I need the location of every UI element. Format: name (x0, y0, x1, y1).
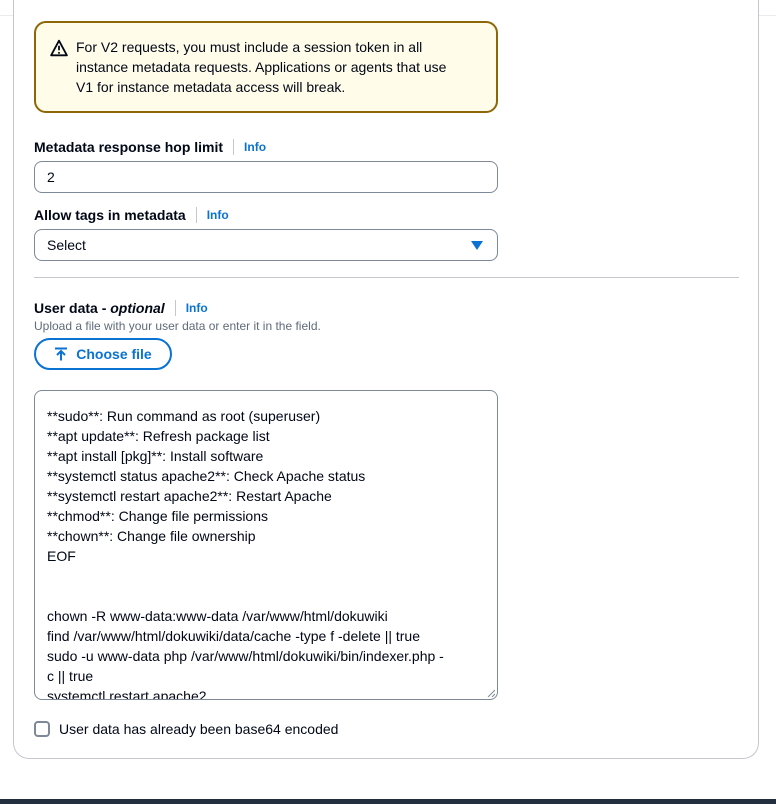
separator (174, 300, 176, 316)
textarea-line: **apt install [pkg]**: Install software (47, 448, 264, 464)
separator (233, 139, 235, 155)
optional-tag: optional (110, 300, 165, 316)
textarea-line: EOF (47, 548, 76, 564)
allow-tags-select[interactable]: Select (34, 229, 498, 261)
hop-limit-label: Metadata response hop limit Info (34, 139, 266, 155)
separator (195, 207, 197, 223)
textarea-line: **sudo**: Run command as root (superuser… (47, 408, 321, 424)
base64-checkbox-row[interactable]: User data has already been base64 encode… (34, 721, 338, 737)
hop-limit-value: 2 (47, 169, 55, 185)
upload-icon (55, 347, 68, 361)
allow-tags-label: Allow tags in metadata Info (34, 207, 229, 223)
hop-limit-label-text: Metadata response hop limit (34, 139, 224, 155)
warning-line: instance metadata requests. Applications… (76, 59, 447, 75)
base64-checkbox[interactable] (34, 721, 50, 737)
textarea-line: find /var/www/html/dokuwiki/data/cache -… (47, 628, 420, 644)
textarea-line: **chmod**: Change file permissions (47, 508, 268, 524)
textarea-line: sudo -u www-data php /var/www/html/dokuw… (47, 648, 444, 664)
textarea-line: chown -R www-data:www-data /var/www/html… (47, 608, 388, 624)
allow-tags-label-text: Allow tags in metadata (34, 207, 186, 223)
textarea-line: **systemctl status apache2**: Check Apac… (47, 468, 366, 484)
textarea-line: **chown**: Change file ownership (47, 528, 256, 544)
textarea-line (47, 586, 487, 606)
warning-alert: For V2 requests, you must include a sess… (34, 21, 498, 113)
hop-limit-info-link[interactable]: Info (244, 140, 266, 154)
choose-file-button[interactable]: Choose file (34, 338, 172, 370)
user-data-textarea[interactable]: **sudo**: Run command as root (superuser… (34, 390, 498, 700)
user-data-info-link[interactable]: Info (186, 301, 208, 315)
user-data-description: Upload a file with your user data or ent… (34, 319, 321, 333)
section-divider (34, 277, 739, 278)
textarea-line: c || true (47, 668, 94, 684)
base64-checkbox-label[interactable]: User data has already been base64 encode… (59, 721, 338, 737)
user-data-label: User data - optional Info (34, 300, 208, 316)
bottom-bar (0, 799, 776, 804)
warning-line: For V2 requests, you must include a sess… (76, 39, 423, 55)
textarea-line-partial (47, 391, 487, 406)
choose-file-label: Choose file (76, 346, 152, 362)
caret-down-icon (471, 241, 483, 250)
user-data-label-text: User data - (34, 300, 111, 316)
textarea-line (47, 566, 487, 586)
warning-icon (50, 39, 68, 57)
allow-tags-selected-value: Select (47, 237, 86, 253)
textarea-line: **systemctl restart apache2**: Restart A… (47, 488, 332, 504)
warning-text: For V2 requests, you must include a sess… (76, 37, 486, 97)
textarea-line: **apt update**: Refresh package list (47, 428, 270, 444)
warning-line: V1 for instance metadata access will bre… (76, 79, 346, 95)
user-data-content: **sudo**: Run command as root (superuser… (47, 391, 487, 700)
hop-limit-input[interactable]: 2 (34, 161, 498, 193)
allow-tags-info-link[interactable]: Info (207, 208, 229, 222)
resize-handle-icon[interactable] (487, 689, 495, 697)
textarea-line: systemctl restart apache2 (47, 688, 207, 700)
